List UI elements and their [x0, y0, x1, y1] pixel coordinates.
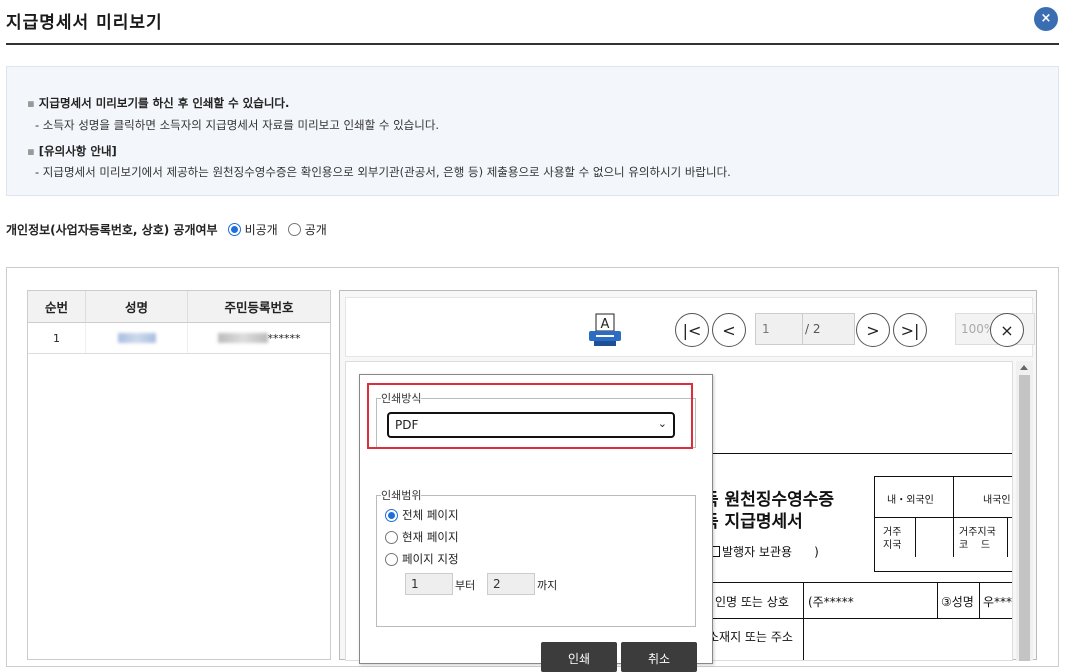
highlight-box — [367, 383, 693, 449]
print-button[interactable]: 인쇄 — [541, 642, 617, 672]
info-panel: ▪ 지급명세서 미리보기를 하신 후 인쇄할 수 있습니다. - 소득자 성명을 … — [6, 66, 1059, 196]
page-input[interactable]: 1 — [762, 322, 770, 336]
page-title: 지급명세서 미리보기 — [6, 13, 163, 33]
scroll-thumb[interactable] — [1019, 375, 1030, 661]
doc-row1-value2: 우*** — [983, 595, 1013, 609]
range-current-radio[interactable] — [385, 530, 398, 544]
print-range-legend: 인쇄범위 — [381, 489, 422, 502]
range-current[interactable]: 현재 페이지 — [385, 529, 459, 545]
doc-title-2: 득 지급명세서 — [703, 512, 803, 532]
redacted-id — [217, 333, 268, 343]
first-page-icon[interactable]: |< — [675, 313, 709, 347]
svg-text:A: A — [601, 317, 610, 332]
prev-page-icon[interactable]: < — [712, 313, 746, 347]
close-icon[interactable]: × — [1034, 7, 1058, 31]
doc-info-box: 내・외국인 내국인 거주 지국 거주지국 코 드 — [874, 476, 1012, 572]
doc-row1-value: (주***** — [808, 595, 854, 609]
doc-row1-label: 인명 또는 상호 — [715, 595, 789, 609]
scroll-up-icon[interactable] — [1020, 365, 1028, 370]
next-page-icon[interactable]: > — [856, 313, 890, 347]
range-from-input[interactable]: 1 — [405, 573, 453, 595]
page-indicator: 1 / 2 — [755, 313, 855, 345]
range-from-suffix: 부터 — [455, 579, 476, 592]
range-to-suffix: 까지 — [537, 579, 558, 592]
doc-foreign: 내・외국인 — [887, 495, 934, 506]
table-header: 순번 성명 주민등록번호 — [28, 291, 330, 323]
doc-row2-label: 소재지 또는 주소 — [708, 630, 793, 644]
info-line-2: - 소득자 성명을 클릭하면 소득자의 지급명세서 자료를 미리보고 인쇄할 수… — [35, 118, 440, 132]
vertical-scrollbar[interactable] — [1016, 361, 1033, 661]
info-line-4: - 지급명세서 미리보기에서 제공하는 원천징수영수증은 확인용으로 외부기관(… — [35, 165, 731, 179]
page-total: / 2 — [802, 314, 821, 344]
info-line-3: ▪ [유의사항 안내] — [27, 144, 117, 158]
radio-public[interactable] — [287, 223, 301, 236]
doc-res-2: 지국 — [883, 540, 902, 551]
cell-name[interactable] — [86, 323, 188, 353]
id-suffix: ****** — [267, 331, 301, 345]
doc-res-code-2: 코 드 — [959, 540, 991, 551]
info-line-1: ▪ 지급명세서 미리보기를 하신 후 인쇄할 수 있습니다. — [27, 96, 290, 110]
doc-row1-label2: ③성명 — [941, 595, 974, 609]
range-current-label: 현재 페이지 — [402, 530, 459, 544]
radio-public-label: 공개 — [304, 223, 327, 237]
last-page-icon[interactable]: >| — [893, 313, 927, 347]
privacy-setting: 개인정보(사업자등록번호, 상호) 공개여부 비공개 공개 — [6, 221, 337, 238]
privacy-label: 개인정보(사업자등록번호, 상호) 공개여부 — [6, 223, 218, 237]
print-icon[interactable]: A — [587, 312, 623, 348]
range-custom-radio[interactable] — [385, 552, 398, 566]
range-all-label: 전체 페이지 — [402, 508, 459, 522]
cancel-button[interactable]: 취소 — [621, 642, 697, 672]
range-all[interactable]: 전체 페이지 — [385, 507, 459, 523]
viewer-close-icon[interactable]: × — [990, 313, 1024, 347]
title-divider — [6, 43, 1059, 45]
range-all-radio[interactable] — [385, 508, 398, 522]
doc-keep-copy: 발행자 보관용) — [710, 543, 819, 560]
col-no: 순번 — [28, 291, 86, 322]
redacted-name[interactable] — [117, 333, 156, 343]
range-custom-label: 페이지 지정 — [402, 552, 459, 566]
radio-private-label: 비공개 — [244, 223, 278, 237]
col-name: 성명 — [86, 291, 188, 322]
doc-domestic: 내국인 — [983, 495, 1011, 506]
range-to-input[interactable]: 2 — [487, 573, 535, 595]
cell-no: 1 — [28, 323, 86, 353]
range-custom[interactable]: 페이지 지정 — [385, 551, 459, 567]
cell-id: ****** — [188, 323, 330, 353]
radio-private[interactable] — [227, 223, 241, 236]
viewer-toolbar: A |< < 1 / 2 > >| 100% × — [345, 297, 1035, 357]
col-id: 주민등록번호 — [224, 300, 294, 315]
payee-table: 순번 성명 주민등록번호 1 ****** — [27, 290, 331, 660]
table-row[interactable]: 1 ****** — [28, 323, 330, 354]
